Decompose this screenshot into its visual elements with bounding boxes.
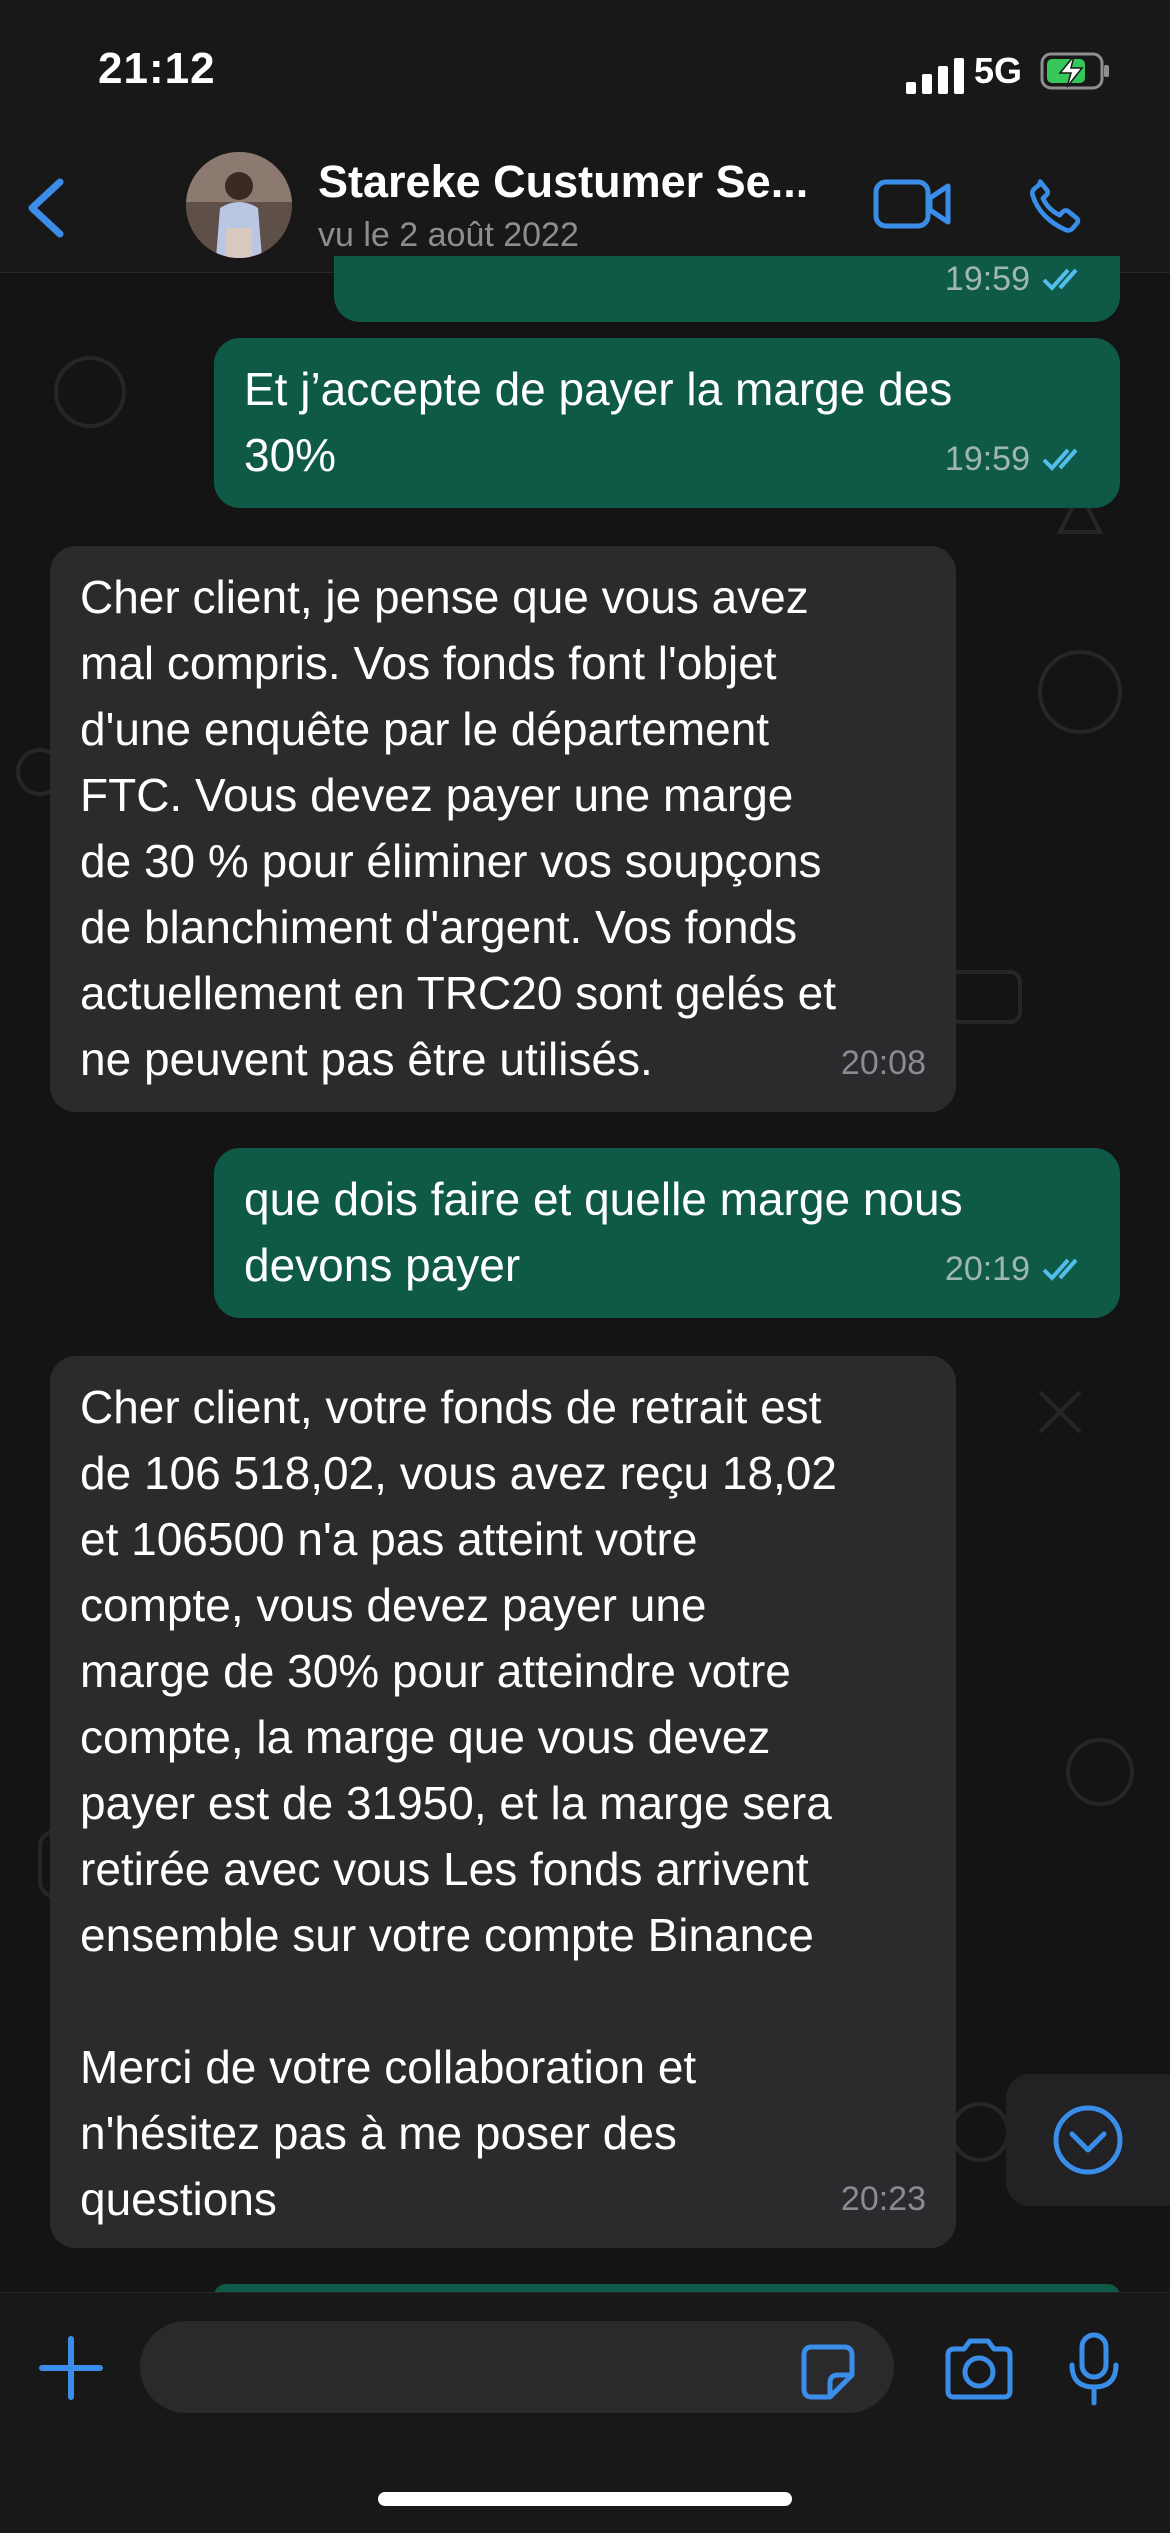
- message-time: 20:19: [944, 1250, 1030, 1288]
- microphone-icon[interactable]: [1068, 2331, 1120, 2407]
- message-input[interactable]: [140, 2321, 894, 2413]
- clock: 21:12: [98, 44, 216, 93]
- message-text: Cher client, je pense que vous avez mal …: [80, 571, 837, 1085]
- message-time: 20:23: [840, 2180, 926, 2218]
- signal-icon: [906, 58, 964, 94]
- chevron-left-icon[interactable]: [22, 176, 72, 240]
- last-seen-status: vu le 2 août 2022: [318, 216, 579, 254]
- message-time: 19:59: [944, 440, 1030, 478]
- message-meta: 19:59: [945, 426, 1090, 492]
- camera-icon[interactable]: [942, 2337, 1016, 2401]
- message-meta: 20:19: [945, 1236, 1090, 1302]
- message-meta: 20:23: [841, 2166, 926, 2232]
- network-type: 5G: [974, 50, 1023, 91]
- scroll-to-bottom-button[interactable]: [1006, 2074, 1170, 2206]
- home-indicator: [378, 2492, 792, 2506]
- contact-name[interactable]: Stareke Custumer Se...: [318, 156, 808, 208]
- message-meta: 20:08: [841, 1030, 926, 1096]
- message-incoming[interactable]: Cher client, je pense que vous avez mal …: [50, 546, 956, 1112]
- message-meta: 19:59: [945, 246, 1090, 312]
- phone-icon[interactable]: [1022, 172, 1088, 238]
- message-incoming[interactable]: Cher client, votre fonds de retrait est …: [50, 1356, 956, 2248]
- chevron-down-circle-icon: [1053, 2105, 1123, 2175]
- sticker-icon[interactable]: [796, 2341, 860, 2405]
- double-check-icon: [1042, 268, 1078, 291]
- message-time: 20:08: [840, 1044, 926, 1082]
- plus-icon[interactable]: [36, 2333, 106, 2403]
- message-outgoing[interactable]: que dois faire et quelle marge nous devo…: [214, 1148, 1120, 1318]
- status-bar: 21:12 5G: [0, 0, 1170, 140]
- message-outgoing[interactable]: 19:59: [334, 256, 1120, 322]
- video-camera-icon[interactable]: [872, 174, 952, 234]
- double-check-icon: [1042, 1258, 1078, 1281]
- double-check-icon: [1042, 448, 1078, 471]
- message-time: 19:59: [944, 260, 1030, 298]
- message-outgoing[interactable]: Et j’accepte de payer la marge des 30% 1…: [214, 338, 1120, 508]
- message-text: Cher client, votre fonds de retrait est …: [80, 1381, 838, 2225]
- battery-charging-icon: [1040, 52, 1109, 90]
- avatar[interactable]: [186, 152, 292, 258]
